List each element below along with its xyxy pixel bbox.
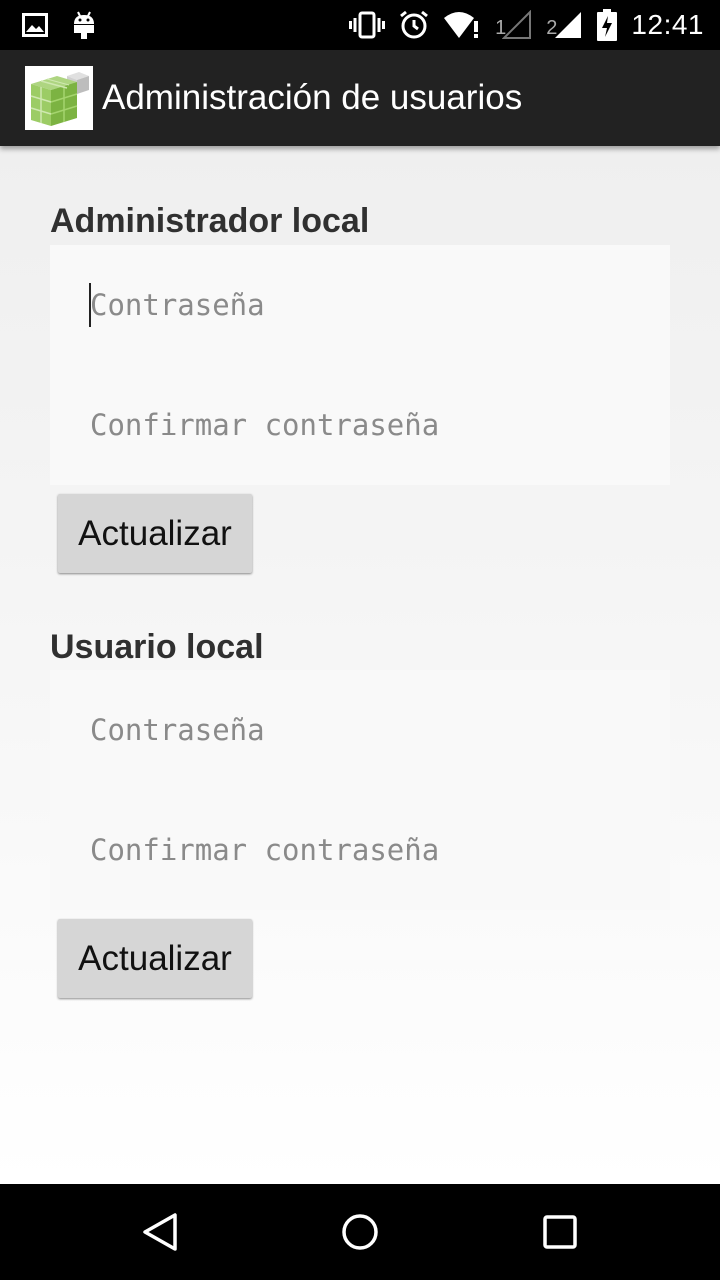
admin-update-button[interactable]: Actualizar — [58, 494, 252, 573]
alarm-icon — [400, 10, 429, 39]
green-cubes-app-icon — [25, 66, 93, 130]
battery-charging-icon — [597, 9, 618, 41]
admin-confirm-password-input[interactable]: Confirmar contraseña — [90, 395, 650, 455]
signal-icon — [555, 12, 582, 38]
vibrate-icon — [349, 11, 386, 39]
action-bar: Administración de usuarios — [0, 50, 720, 146]
content-area: Administrador local Contraseña Confirmar… — [0, 146, 720, 1184]
user-update-button[interactable]: Actualizar — [58, 919, 252, 998]
admin-password-input[interactable]: Contraseña — [89, 275, 650, 335]
user-confirm-password-input[interactable]: Confirmar contraseña — [90, 820, 650, 880]
section-title-user: Usuario local — [50, 628, 264, 666]
user-confirm-placeholder: Confirmar contraseña — [90, 833, 440, 867]
section-title-admin: Administrador local — [50, 202, 370, 240]
text-cursor — [89, 283, 91, 327]
android-icon — [74, 11, 94, 39]
admin-password-fields: Contraseña Confirmar contraseña — [50, 245, 670, 485]
user-password-placeholder: Contraseña — [90, 713, 265, 747]
user-password-input[interactable]: Contraseña — [90, 700, 650, 760]
page-title: Administración de usuarios — [102, 78, 523, 117]
admin-password-placeholder: Contraseña — [90, 288, 265, 322]
wifi-icon — [444, 12, 479, 38]
clock: 12:41 — [631, 9, 704, 40]
back-icon[interactable] — [136, 1208, 184, 1256]
navigation-bar — [0, 1184, 720, 1280]
status-bar: 1 2 12:41 — [0, 0, 720, 50]
signal-icon — [502, 10, 532, 39]
home-icon[interactable] — [336, 1208, 384, 1256]
admin-confirm-placeholder: Confirmar contraseña — [90, 408, 440, 442]
recents-icon[interactable] — [536, 1208, 584, 1256]
user-password-fields: Contraseña Confirmar contraseña — [50, 670, 670, 910]
image-icon — [22, 13, 48, 37]
